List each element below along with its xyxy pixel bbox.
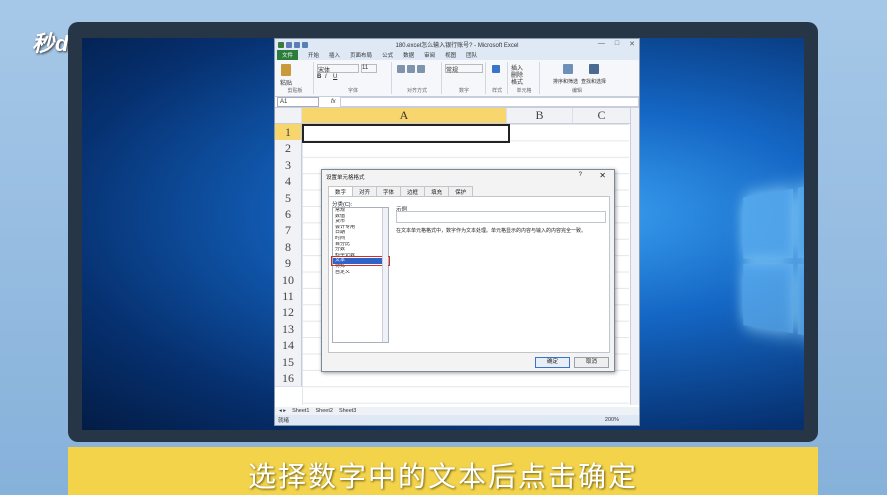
align-bottom-icon[interactable]: [417, 65, 425, 73]
tab-file[interactable]: 文件: [277, 50, 299, 60]
tab-home[interactable]: 开始: [308, 51, 319, 59]
sort-filter-icon[interactable]: [563, 64, 573, 74]
clipboard-group: 粘贴 剪贴板: [277, 62, 314, 94]
ribbon: 粘贴 剪贴板 宋体 11 B I U 字体 对齐方式 常规 数字 样式 插入 删…: [275, 60, 639, 97]
formula-bar: A1 fx: [275, 97, 639, 108]
sheet-tab[interactable]: Sheet3: [339, 408, 356, 414]
row-header[interactable]: 1: [275, 124, 302, 142]
sheet-tab[interactable]: Sheet2: [316, 408, 333, 414]
row-header[interactable]: 4: [275, 173, 302, 191]
row-header[interactable]: 9: [275, 255, 302, 273]
underline-button[interactable]: U: [333, 74, 337, 80]
help-icon[interactable]: ?: [579, 172, 582, 178]
row-header[interactable]: 13: [275, 320, 302, 339]
group-label: 编辑: [571, 88, 582, 94]
close-icon[interactable]: ✕: [629, 40, 635, 48]
row-header[interactable]: 2: [275, 140, 302, 158]
zoom-level[interactable]: 200%: [605, 417, 619, 423]
format-cells-dialog: 设置单元格格式 ? ✕ 数字 对齐 字体 边框 填充 保护 分类(C): 常规 …: [321, 169, 615, 372]
group-label: 数字: [458, 88, 469, 94]
row-header[interactable]: 5: [275, 189, 302, 207]
tab-insert[interactable]: 插入: [329, 51, 340, 59]
font-name-select[interactable]: 宋体: [317, 64, 359, 74]
maximize-icon[interactable]: □: [615, 40, 619, 48]
status-text: 就绪: [278, 418, 290, 424]
category-scrollbar[interactable]: [382, 208, 388, 342]
fx-icon[interactable]: fx: [331, 99, 336, 105]
align-middle-icon[interactable]: [407, 65, 415, 73]
vertical-scrollbar[interactable]: [630, 108, 639, 405]
caption-text: 选择数字中的文本后点击确定: [247, 461, 638, 492]
sheet-tabs: ◂ ▸ Sheet1 Sheet2 Sheet3: [275, 407, 639, 415]
sort-filter-label[interactable]: 排序和筛选: [553, 78, 578, 85]
find-select-icon[interactable]: [589, 64, 599, 74]
formula-input[interactable]: [339, 97, 639, 107]
name-box[interactable]: A1: [277, 97, 319, 107]
window-title: 180.excel怎么输入银行账号? - Microsoft Excel: [395, 43, 519, 49]
group-label: 剪贴板: [287, 88, 303, 94]
styles-group: 样式: [487, 62, 508, 94]
cells-group: 插入 删除 格式 单元格: [509, 62, 540, 94]
status-bar: 就绪 200%: [275, 415, 639, 425]
align-top-icon[interactable]: [397, 65, 405, 73]
ok-button[interactable]: 确定: [535, 357, 570, 368]
format-cells-button[interactable]: 格式: [511, 77, 523, 86]
number-group: 常规 数字: [443, 62, 486, 94]
category-item[interactable]: 自定义: [333, 270, 388, 276]
italic-button[interactable]: I: [325, 74, 327, 80]
bold-button[interactable]: B: [317, 74, 321, 80]
caption-bar: 选择数字中的文本后点击确定: [68, 447, 818, 495]
tab-review[interactable]: 审阅: [424, 51, 435, 59]
group-label: 样式: [491, 88, 502, 94]
row-header[interactable]: 16: [275, 370, 302, 388]
paste-label[interactable]: 粘贴: [280, 78, 292, 87]
row-header[interactable]: 3: [275, 156, 302, 175]
row-header[interactable]: 11: [275, 288, 302, 306]
sheet-tab[interactable]: Sheet1: [292, 408, 309, 414]
sample-preview: [396, 211, 606, 223]
paste-icon[interactable]: [281, 64, 291, 76]
dialog-body: 分类(C): 常规 数值 货币 会计专用 日期 时间 百分比 分数 科学记数 文…: [328, 196, 610, 353]
row-header[interactable]: 14: [275, 337, 302, 355]
group-label: 对齐方式: [406, 88, 427, 94]
row-header[interactable]: 15: [275, 353, 302, 371]
window-controls: — □ ✕: [598, 40, 635, 48]
row-header[interactable]: 12: [275, 304, 302, 322]
column-header[interactable]: B: [507, 108, 573, 124]
tab-data[interactable]: 数据: [403, 51, 414, 59]
alignment-group: 对齐方式: [393, 62, 442, 94]
windows-logo-icon: [743, 175, 804, 350]
cancel-button[interactable]: 取消: [574, 357, 609, 368]
ribbon-tabs: 文件 开始 插入 页面布局 公式 数据 审阅 视图 团队: [275, 50, 639, 60]
dialog-title: 设置单元格格式: [326, 175, 365, 181]
category-list[interactable]: 常规 数值 货币 会计专用 日期 时间 百分比 分数 科学记数 文本 特殊 自定…: [331, 207, 390, 343]
title-bar: 180.excel怎么输入银行账号? - Microsoft Excel — □…: [275, 39, 639, 50]
row-header[interactable]: 8: [275, 238, 302, 257]
tab-view[interactable]: 视图: [445, 51, 456, 59]
tab-formulas[interactable]: 公式: [382, 51, 393, 59]
number-format-select[interactable]: 常规: [445, 64, 483, 74]
column-header[interactable]: C: [573, 108, 631, 124]
group-label: 字体: [347, 88, 358, 94]
font-size-select[interactable]: 11: [361, 64, 377, 73]
row-header[interactable]: 10: [275, 271, 302, 289]
column-header[interactable]: A: [302, 108, 507, 124]
font-group: 宋体 11 B I U 字体: [315, 62, 392, 94]
styles-icon[interactable]: [492, 65, 500, 73]
tab-team[interactable]: 团队: [466, 51, 477, 59]
editing-group: 排序和筛选 查找和选择 编辑: [541, 62, 613, 94]
find-select-label[interactable]: 查找和选择: [581, 78, 606, 85]
tab-page-layout[interactable]: 页面布局: [350, 51, 372, 59]
sheet-nav-icon[interactable]: ◂ ▸: [279, 408, 286, 414]
close-icon[interactable]: ✕: [599, 171, 606, 180]
active-cell-a1[interactable]: [302, 124, 510, 143]
row-header[interactable]: 6: [275, 206, 302, 224]
minimize-icon[interactable]: —: [598, 40, 605, 48]
format-description: 在文本单元格格式中，数字作为文本处理。单元格显示的内容与输入的内容完全一致。: [396, 228, 587, 234]
group-label: 单元格: [516, 88, 532, 94]
select-all-corner[interactable]: [275, 108, 302, 124]
row-header[interactable]: 7: [275, 222, 302, 240]
